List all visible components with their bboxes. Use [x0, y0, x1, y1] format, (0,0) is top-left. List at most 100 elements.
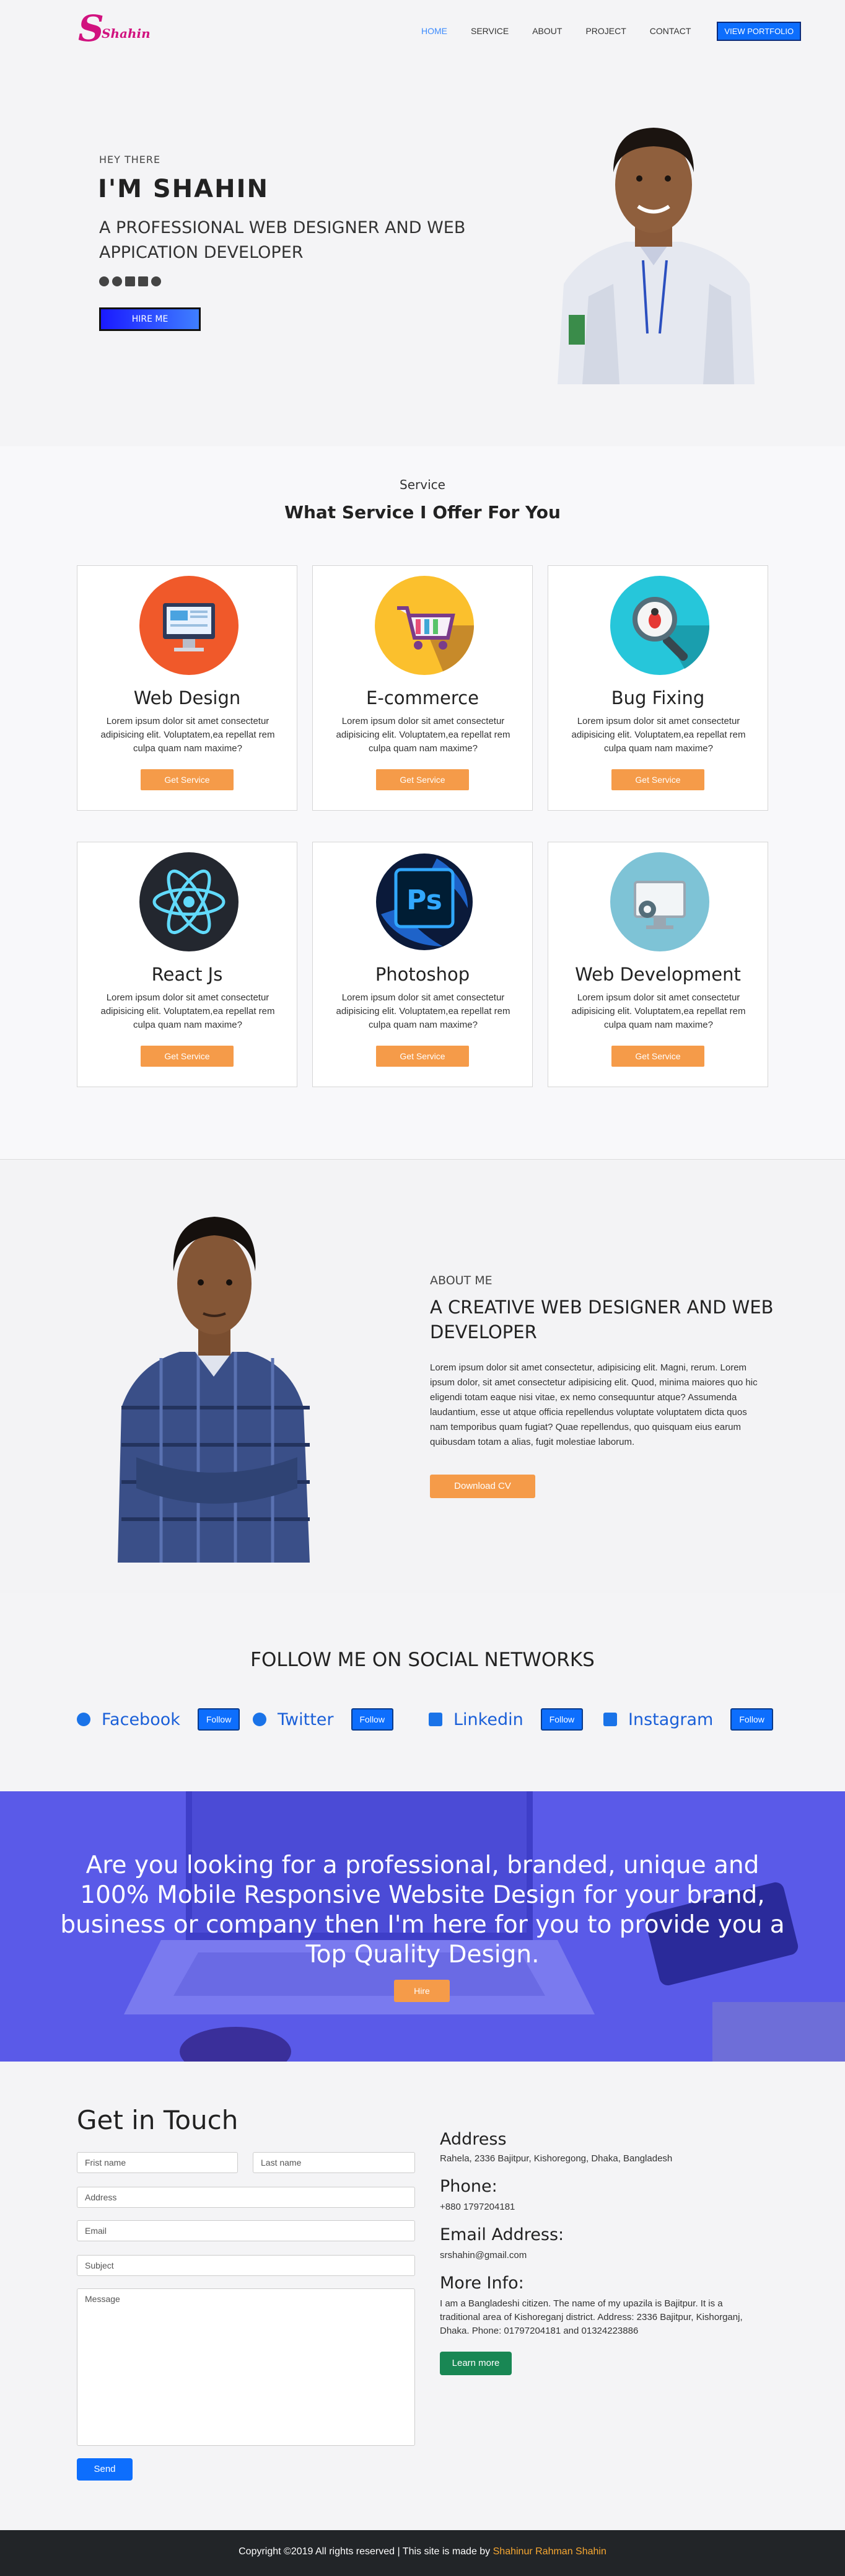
subject-field[interactable]: Subject [77, 2255, 415, 2276]
learn-more-button[interactable]: Learn more [440, 2352, 512, 2375]
service-card-title: Photoshop [375, 964, 470, 985]
get-service-button[interactable]: Get Service [376, 769, 469, 790]
get-service-button[interactable]: Get Service [141, 1046, 234, 1067]
phone-value: +880 1797204181 [440, 2202, 515, 2212]
follow-button[interactable]: Follow [197, 1708, 240, 1731]
service-card-title: E-commerce [366, 687, 479, 708]
twitter-icon [253, 1713, 266, 1726]
service-card-description: Lorem ipsum dolor sit amet consectetur a… [571, 716, 746, 754]
get-service-button[interactable]: Get Service [611, 769, 704, 790]
social-name[interactable]: Linkedin [453, 1710, 523, 1729]
twitter-icon[interactable] [112, 276, 122, 286]
service-card-e-commerce: E-commerce Lorem ipsum dolor sit amet co… [312, 565, 533, 811]
service-card-title: React Js [151, 964, 223, 985]
about-eyebrow: ABOUT ME [430, 1274, 493, 1287]
facebook-icon [77, 1713, 90, 1726]
get-service-button[interactable]: Get Service [611, 1046, 704, 1067]
service-card-bug-fixing: Bug Fixing Lorem ipsum dolor sit amet co… [548, 565, 768, 811]
magnifier-bug-icon [610, 576, 709, 675]
email-value: srshahin@gmail.com [440, 2250, 527, 2261]
service-card-title: Web Development [575, 964, 741, 985]
social-title: FOLLOW ME ON SOCIAL NETWORKS [250, 1649, 595, 1671]
service-section: Service What Service I Offer For You Web… [0, 446, 845, 1159]
react-icon [139, 852, 239, 951]
contact-section: Get in Touch Frist name Last name Addres… [0, 2062, 845, 2530]
service-card-react-js: React Js Lorem ipsum dolor sit amet cons… [77, 842, 297, 1087]
about-portrait-photo [118, 1217, 310, 1563]
navbar: S Shahin HOME SERVICE ABOUT PROJECT CONT… [0, 0, 845, 62]
cta-hire-button[interactable]: Hire [394, 1980, 450, 2002]
service-title: What Service I Offer For You [284, 502, 561, 523]
shopping-cart-icon [375, 576, 474, 675]
last-name-field[interactable]: Last name [253, 2152, 415, 2173]
social-item-facebook: Facebook Follow [77, 1707, 240, 1732]
download-cv-button[interactable]: Download CV [430, 1475, 535, 1498]
about-title: A CREATIVE WEB DESIGNER AND WEB DEVELOPE… [430, 1297, 774, 1343]
service-card-photoshop: Ps Photoshop Lorem ipsum dolor sit amet … [312, 842, 533, 1087]
nav-item-service[interactable]: SERVICE [471, 26, 509, 36]
social-name[interactable]: Twitter [278, 1710, 334, 1729]
more-info-value: I am a Bangladeshi citizen. The name of … [440, 2298, 743, 2336]
hero-section: HEY THERE I'M SHAHIN A PROFESSIONAL WEB … [0, 62, 845, 446]
follow-button[interactable]: Follow [351, 1708, 393, 1731]
social-section: FOLLOW ME ON SOCIAL NETWORKS Facebook Fo… [0, 1593, 845, 1791]
service-card-title: Web Design [133, 687, 241, 708]
first-name-field[interactable]: Frist name [77, 2152, 238, 2173]
about-text: Lorem ipsum dolor sit amet consectetur, … [430, 1362, 758, 1447]
address-field[interactable]: Address [77, 2187, 415, 2208]
get-service-button[interactable]: Get Service [376, 1046, 469, 1067]
address-value: Rahela, 2336 Bajitpur, Kishoregong, Dhak… [440, 2153, 673, 2164]
more-info-heading: More Info: [440, 2274, 524, 2293]
service-eyebrow: Service [400, 477, 445, 492]
nav-item-about[interactable]: ABOUT [532, 26, 562, 36]
logo[interactable]: S Shahin [78, 10, 152, 47]
page: S Shahin HOME SERVICE ABOUT PROJECT CONT… [0, 0, 845, 2576]
service-card-description: Lorem ipsum dolor sit amet consectetur a… [571, 992, 746, 1030]
logo-text: Shahin [102, 26, 151, 41]
photoshop-icon: Ps [376, 854, 473, 950]
hero-portrait-photo [558, 128, 755, 384]
service-card-web-development: Web Development Lorem ipsum dolor sit am… [548, 842, 768, 1087]
author-link[interactable]: Shahinur Rahman Shahin [493, 2546, 606, 2557]
linkedin-icon[interactable] [125, 276, 135, 286]
svg-text:Ps: Ps [406, 884, 442, 916]
nav-item-home[interactable]: HOME [421, 26, 447, 36]
get-service-button[interactable]: Get Service [141, 769, 234, 790]
hero-greeting: HEY THERE [99, 154, 161, 165]
phone-heading: Phone: [440, 2177, 497, 2196]
hire-me-button[interactable]: HIRE ME [99, 307, 201, 331]
service-card-description: Lorem ipsum dolor sit amet consectetur a… [100, 716, 275, 754]
instagram-icon[interactable] [138, 276, 148, 286]
instagram-icon [603, 1713, 617, 1726]
service-card-title: Bug Fixing [611, 687, 705, 708]
linkedin-icon [429, 1713, 442, 1726]
facebook-icon[interactable] [99, 276, 109, 286]
footer: Copyright ©2019 All rights reserved | Th… [0, 2530, 845, 2576]
follow-button[interactable]: Follow [730, 1708, 773, 1731]
message-field[interactable]: Message [77, 2288, 415, 2446]
social-item-linkedin: Linkedin Follow [429, 1707, 584, 1732]
social-name[interactable]: Facebook [102, 1710, 180, 1729]
email-heading: Email Address: [440, 2225, 564, 2244]
contact-title: Get in Touch [77, 2105, 239, 2135]
social-name[interactable]: Instagram [628, 1710, 713, 1729]
service-card-web-design: Web Design Lorem ipsum dolor sit amet co… [77, 565, 297, 811]
nav-item-project[interactable]: PROJECT [585, 26, 626, 36]
address-heading: Address [440, 2130, 507, 2149]
follow-button[interactable]: Follow [540, 1708, 584, 1731]
github-icon[interactable] [151, 276, 161, 286]
copyright-text: Copyright ©2019 All rights reserved | Th… [239, 2546, 493, 2557]
email-field[interactable]: Email [77, 2220, 415, 2241]
service-card-description: Lorem ipsum dolor sit amet consectetur a… [336, 992, 510, 1030]
monitor-gear-icon [610, 852, 709, 951]
hero-social-icons [99, 276, 161, 286]
social-item-twitter: Twitter Follow [253, 1707, 393, 1732]
nav-item-contact[interactable]: CONTACT [650, 26, 691, 36]
service-card-description: Lorem ipsum dolor sit amet consectetur a… [100, 992, 275, 1030]
view-portfolio-button[interactable]: VIEW PORTFOLIO [717, 21, 802, 41]
cta-banner: Are you looking for a professional, bran… [0, 1791, 845, 2062]
about-section: ABOUT ME A CREATIVE WEB DESIGNER AND WEB… [0, 1159, 845, 1593]
send-button[interactable]: Send [77, 2458, 133, 2481]
footer-text: Copyright ©2019 All rights reserved | Th… [0, 2546, 845, 2557]
cta-text: Are you looking for a professional, bran… [60, 1851, 785, 1969]
